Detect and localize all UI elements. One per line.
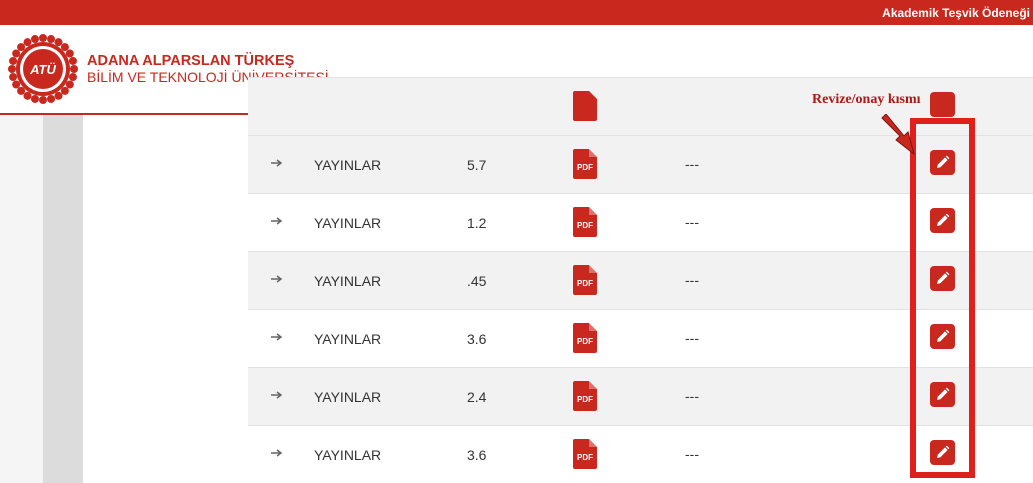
row-score: 3.6 xyxy=(467,447,487,463)
revision-highlight-box xyxy=(910,118,975,478)
row-score: 5.7 xyxy=(467,157,487,173)
pdf-file-icon[interactable]: PDF xyxy=(573,149,597,179)
row-score: 2.4 xyxy=(467,389,487,405)
row-score: .45 xyxy=(467,273,487,289)
row-note: --- xyxy=(685,330,699,346)
row-note: --- xyxy=(685,156,699,172)
top-bar: Akademik Teşvik Ödeneği xyxy=(0,0,1033,25)
logo-text: ATÜ xyxy=(29,62,56,77)
row-note: --- xyxy=(685,446,699,462)
row-type: YAYINLAR xyxy=(314,157,382,173)
arrow-right-icon xyxy=(271,391,283,399)
sidebar-rail xyxy=(43,115,83,483)
row-type: YAYINLAR xyxy=(314,215,382,231)
row-type: YAYINLAR xyxy=(314,331,382,347)
university-logo[interactable]: ATÜ xyxy=(8,34,78,104)
row-type: YAYINLAR xyxy=(314,447,382,463)
pdf-label: PDF xyxy=(577,279,593,288)
pdf-label: PDF xyxy=(577,221,593,230)
row-score: 1.2 xyxy=(467,215,487,231)
pdf-file-icon[interactable]: PDF xyxy=(573,439,597,469)
row-score: 3.6 xyxy=(467,331,487,347)
row-note: --- xyxy=(685,214,699,230)
pdf-label: PDF xyxy=(577,395,593,404)
pdf-label: PDF xyxy=(577,163,593,172)
row-type: YAYINLAR xyxy=(314,389,382,405)
edit-button[interactable] xyxy=(930,92,955,117)
pdf-label: PDF xyxy=(577,337,593,346)
top-bar-title[interactable]: Akademik Teşvik Ödeneği xyxy=(882,6,1030,20)
arrow-right-icon xyxy=(271,449,283,457)
annotation-label: Revize/onay kısmı xyxy=(812,92,921,107)
pdf-file-icon[interactable]: PDF xyxy=(573,265,597,295)
left-margin xyxy=(0,115,43,483)
pdf-file-icon[interactable]: PDF xyxy=(573,323,597,353)
university-name-line1: ADANA ALPARSLAN TÜRKEŞ xyxy=(87,53,295,69)
pdf-file-icon[interactable] xyxy=(573,91,597,121)
pdf-file-icon[interactable]: PDF xyxy=(573,207,597,237)
arrow-right-icon xyxy=(271,159,283,167)
pdf-file-icon[interactable]: PDF xyxy=(573,381,597,411)
arrow-right-icon xyxy=(271,217,283,225)
arrow-right-icon xyxy=(271,275,283,283)
row-type: YAYINLAR xyxy=(314,273,382,289)
annotation-arrow-icon xyxy=(881,114,915,156)
row-note: --- xyxy=(685,388,699,404)
pdf-label: PDF xyxy=(577,453,593,462)
row-note: --- xyxy=(685,272,699,288)
arrow-right-icon xyxy=(271,333,283,341)
